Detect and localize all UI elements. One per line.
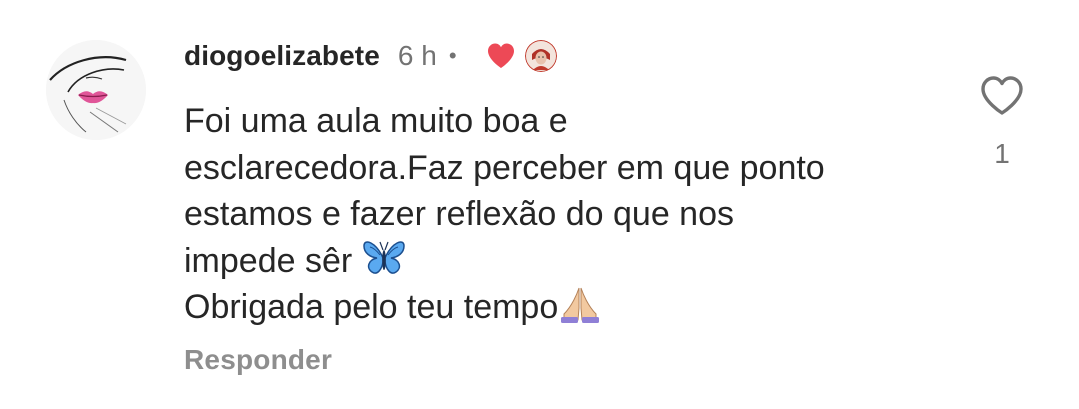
comment-line-5: Obrigada pelo teu tempo: [184, 288, 559, 326]
butterfly-emoji-icon: [362, 238, 406, 278]
comment-text: Foi uma aula muito boa e esclarecedora.F…: [184, 98, 944, 331]
comment-line-4-wrap: impede sêr: [184, 238, 944, 285]
comment-timestamp: 6 h: [397, 40, 437, 71]
author-avatar: [524, 40, 557, 72]
like-button[interactable]: [978, 74, 1026, 118]
comment-header: diogoelizabete 6 h •: [184, 34, 557, 78]
author-liked-heart-icon: [485, 40, 517, 72]
comment-line-1: Foi uma aula muito boa e: [184, 102, 568, 140]
comment-line-2: esclarecedora.Faz perceber em que ponto: [184, 148, 825, 187]
reply-button[interactable]: Responder: [184, 344, 332, 376]
separator-dot: •: [448, 43, 457, 68]
username-link[interactable]: diogoelizabete: [184, 40, 380, 72]
comment-line-3: estamos e fazer reflexão do que nos: [184, 195, 734, 233]
lips-sketch-icon: [46, 40, 146, 140]
user-avatar[interactable]: [46, 40, 146, 140]
comment-line-4: impede sêr: [184, 241, 353, 280]
praying-hands-emoji-icon: [558, 284, 602, 324]
like-count: 1: [994, 138, 1010, 169]
comment-line-5-wrap: Obrigada pelo teu tempo: [184, 284, 944, 331]
heart-outline-icon: [981, 76, 1023, 115]
